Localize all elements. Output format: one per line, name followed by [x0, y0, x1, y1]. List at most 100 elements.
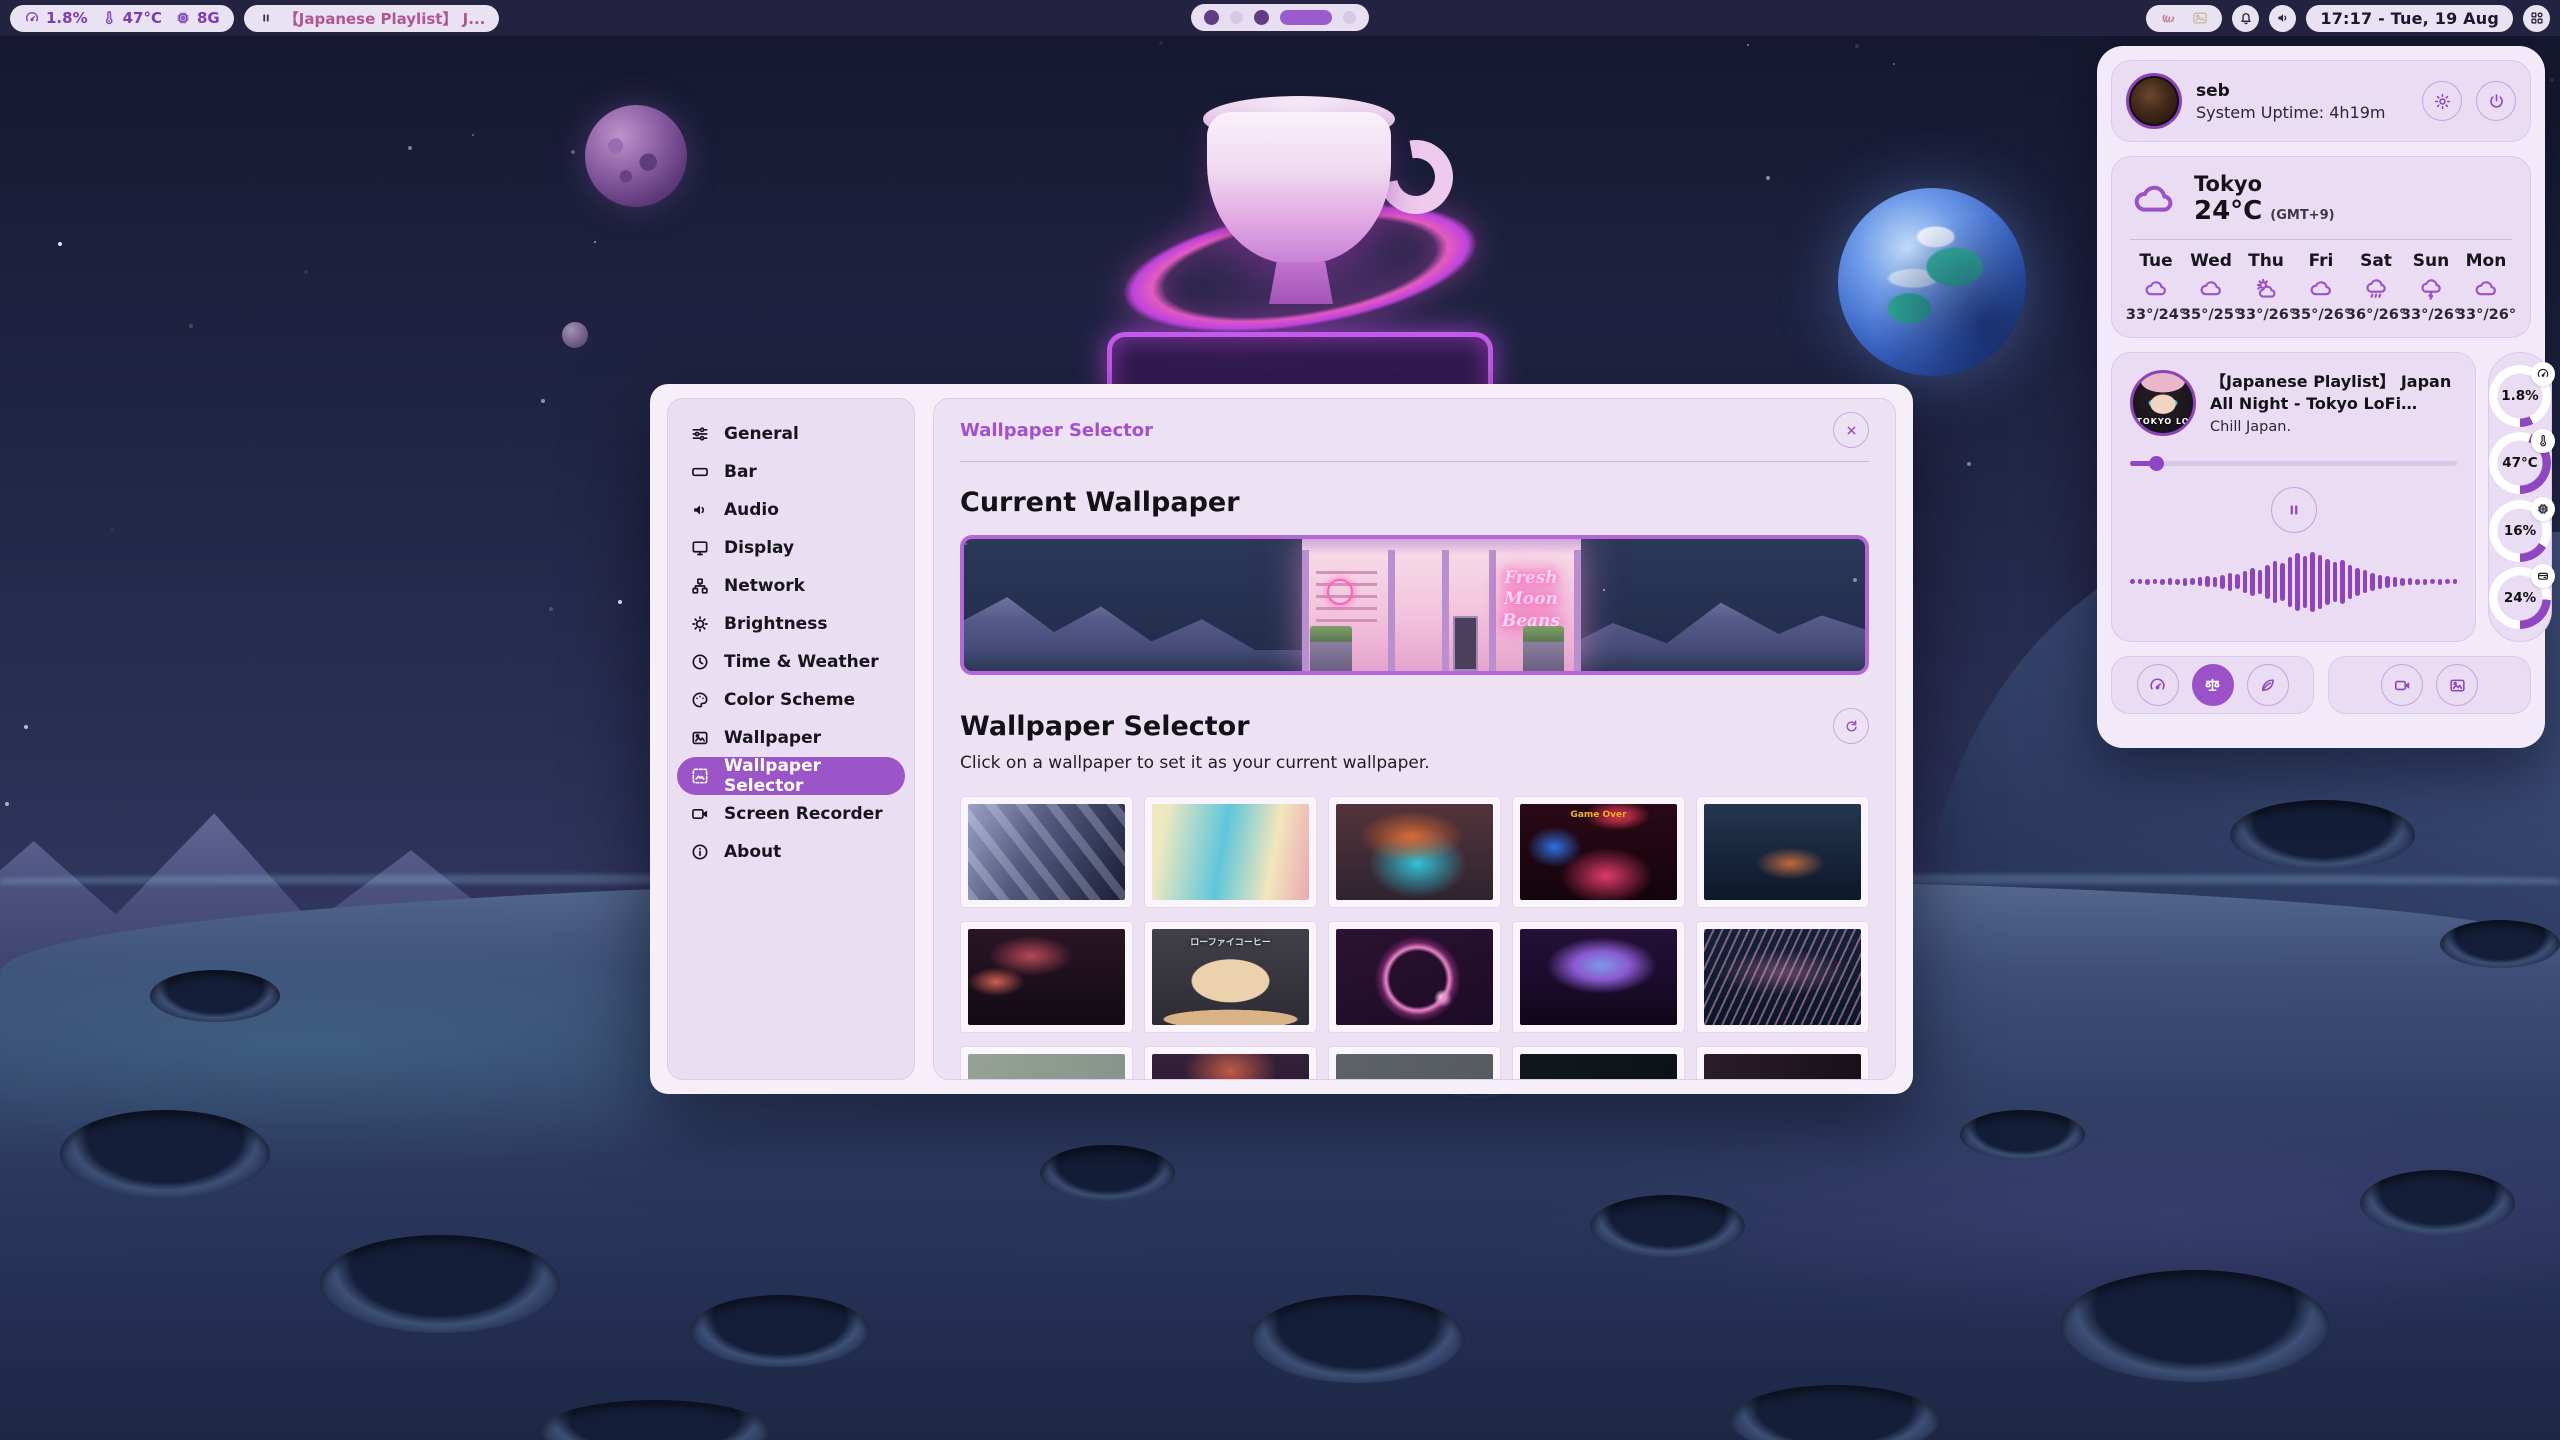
sidebar-item-screen-recorder[interactable]: Screen Recorder [677, 795, 905, 833]
sidebar-item-about[interactable]: About [677, 833, 905, 871]
sidebar-item-network[interactable]: Network [677, 567, 905, 605]
sidebar-item-color-scheme[interactable]: Color Scheme [677, 681, 905, 719]
system-stats-pill[interactable]: 1.8% 47°C 8G [10, 5, 234, 32]
wallpaper-thumb-image [1152, 804, 1309, 900]
power-button[interactable] [2476, 81, 2516, 121]
recorder-icon [690, 804, 710, 824]
wallpaper-thumb-crimson-forest[interactable] [960, 921, 1133, 1033]
waveform-bar [2415, 579, 2420, 585]
sidebar-item-wallpaper-selector[interactable]: Wallpaper Selector [677, 757, 905, 795]
weather-day-name: Thu [2248, 251, 2284, 271]
workspace-dot[interactable] [1230, 11, 1243, 24]
waveform-bar [2138, 579, 2143, 584]
waveform-bar [2385, 576, 2390, 588]
preview-neon-text: Fresh Moon Beans [1489, 568, 1573, 632]
close-icon [1843, 422, 1860, 439]
media-player-pill[interactable]: 【Japanese Playlist】 J... [244, 5, 500, 32]
waveform-bar [2445, 579, 2450, 584]
speedometer-icon [2148, 676, 2167, 695]
tray-app-icon-a[interactable] [2159, 9, 2177, 27]
powersaver-mode-button[interactable] [2247, 664, 2289, 706]
play-pause-button[interactable] [2271, 487, 2317, 533]
close-button[interactable] [1833, 412, 1869, 448]
sidebar-item-display[interactable]: Display [677, 529, 905, 567]
weather-day-name: Sun [2413, 251, 2449, 271]
wallpaper-thumb-image [1336, 804, 1493, 900]
wallpaper-thumb-near-black[interactable] [1512, 1046, 1685, 1080]
workspace-dot[interactable] [1204, 10, 1219, 25]
waveform-bar [2175, 579, 2180, 585]
waveform-bar [2408, 578, 2413, 585]
sidebar-item-general[interactable]: General [677, 415, 905, 453]
user-card: seb System Uptime: 4h19m [2111, 60, 2531, 142]
slider-thumb[interactable] [2149, 456, 2164, 471]
performance-mode-button[interactable] [2137, 664, 2179, 706]
sidebar-item-wallpaper[interactable]: Wallpaper [677, 719, 905, 757]
cloud-icon [2130, 176, 2178, 224]
wallpaper-thumb-dark-maroon[interactable] [1696, 1046, 1869, 1080]
wallpaper-thumb-eclipse-ring[interactable] [1328, 921, 1501, 1033]
waveform-bar [2310, 552, 2315, 612]
tray-app-icon-b[interactable] [2191, 9, 2209, 27]
balanced-mode-button[interactable] [2192, 664, 2234, 706]
dashboard-button[interactable] [2523, 5, 2550, 32]
waveform-bar [2378, 575, 2383, 589]
weather-forecast: Tue33°/24°Wed35°/25°Thu33°/26°Fri35°/26°… [2130, 251, 2512, 323]
wallpaper-thumb-slate-gray[interactable] [1328, 1046, 1501, 1080]
speedometer-icon [24, 10, 40, 26]
wallpaper-thumb-gray-green[interactable] [960, 1046, 1133, 1080]
wallpaper-thumb-cyberpunk-arcade[interactable]: Game Over [1512, 796, 1685, 908]
notifications-button[interactable] [2232, 5, 2259, 32]
weather-day-temps: 33°/24° [2126, 307, 2186, 323]
page-title: Wallpaper Selector [960, 420, 1153, 441]
waveform-bar [2303, 556, 2308, 608]
volume-button[interactable] [2269, 5, 2296, 32]
wallpaper-thumb-snowy-night-village[interactable] [1696, 796, 1869, 908]
wallpaper-thumb-nebula-forest[interactable] [1512, 921, 1685, 1033]
waveform-bar [2235, 574, 2240, 589]
sidebar-item-time-weather[interactable]: Time & Weather [677, 643, 905, 681]
wallpaper-thumb-aurora-blur[interactable] [1328, 796, 1501, 908]
screen-record-button[interactable] [2381, 664, 2423, 706]
wallpaper-thumb-anime-street[interactable] [960, 796, 1133, 908]
image-icon [690, 728, 710, 748]
music-player-card: TOKYO LO 【Japanese Playlist】 Japan All N… [2111, 352, 2476, 642]
sidebar-item-audio[interactable]: Audio [677, 491, 905, 529]
crater [1590, 1195, 1745, 1257]
wallpaper-thumb-lofi-coffee-shop[interactable]: ローファイコーヒー [1144, 921, 1317, 1033]
workspace-indicator[interactable] [1191, 4, 1369, 31]
sliders-icon [690, 424, 710, 444]
wallpaper-thumb-image: Game Over [1520, 804, 1677, 900]
album-art-text: TOKYO LO [2133, 417, 2193, 426]
screenshot-button[interactable] [2436, 664, 2478, 706]
clock-pill[interactable]: 17:17 - Tue, 19 Aug [2306, 5, 2513, 32]
sidebar-item-bar[interactable]: Bar [677, 453, 905, 491]
weather-day-tue: Tue33°/24° [2130, 251, 2182, 323]
preview-planter [1523, 626, 1565, 671]
refresh-icon [1843, 718, 1860, 735]
waveform-bar [2198, 577, 2203, 586]
storm-weather-icon [2418, 276, 2444, 302]
wallpaper-thumb-autumn-dark[interactable] [1144, 1046, 1317, 1080]
weather-day-temps: 36°/26° [2346, 307, 2406, 323]
wallpaper-thumb-image [1152, 1054, 1309, 1080]
waveform-bar [2295, 553, 2300, 611]
wallpaper-thumb-image [1336, 1054, 1493, 1080]
wallpaper-thumb-mesh-wave[interactable] [1696, 921, 1869, 1033]
audio-icon [690, 500, 710, 520]
sidebar-item-brightness[interactable]: Brightness [677, 605, 905, 643]
workspace-active[interactable] [1280, 10, 1332, 25]
album-art: TOKYO LO [2130, 370, 2196, 436]
workspace-dot[interactable] [1343, 11, 1356, 24]
workspace-dot[interactable] [1254, 10, 1269, 25]
seek-slider[interactable] [2130, 456, 2457, 471]
wallpaper-thumb-pastel-gradient[interactable] [1144, 796, 1317, 908]
weather-day-temps: 35°/25° [2181, 307, 2241, 323]
weather-day-name: Wed [2190, 251, 2232, 271]
thermometer-icon [101, 10, 117, 26]
settings-button[interactable] [2422, 81, 2462, 121]
chip-icon [2531, 497, 2555, 521]
refresh-button[interactable] [1833, 708, 1869, 744]
crater [690, 1295, 870, 1367]
system-tray[interactable] [2146, 5, 2222, 32]
